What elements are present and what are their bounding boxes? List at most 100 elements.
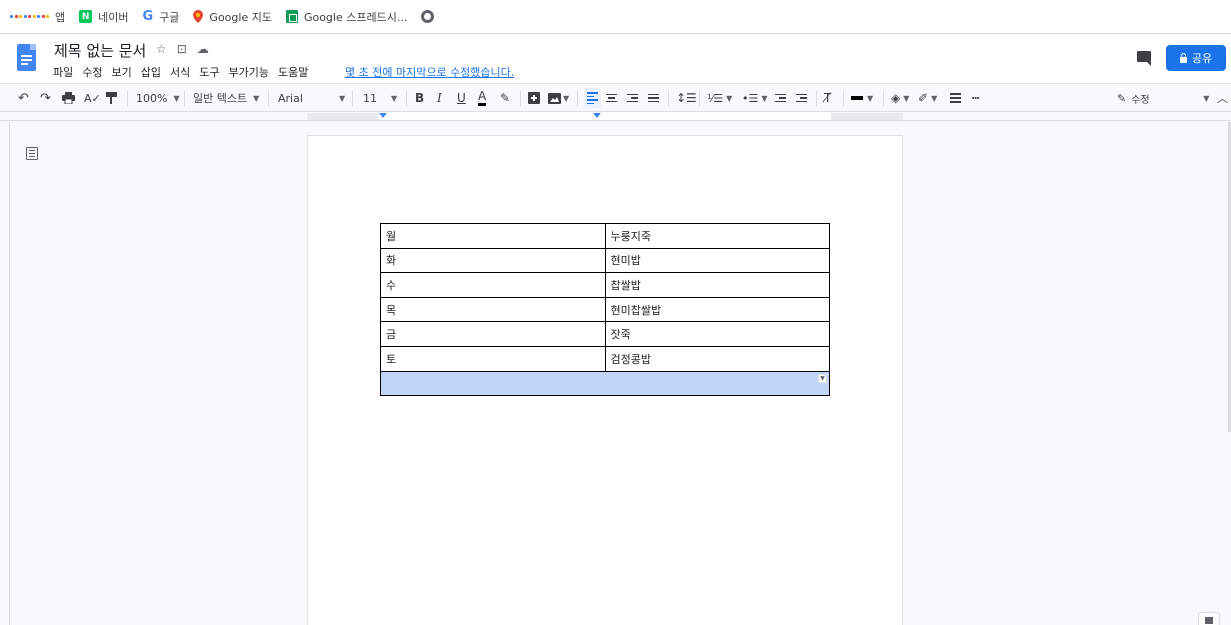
apps-grid-icon [10, 15, 49, 18]
cell-menu-chevron-icon[interactable]: ▼ [818, 373, 827, 383]
bookmark-google-maps[interactable]: Google 지도 [193, 9, 272, 25]
menu-table[interactable]: 월 누룽지죽 화 현미밥 수 찹쌀밥 목 현미찹쌀밥 금 잣죽 토 검정콩밥 ▼ [380, 223, 830, 397]
table-cell-day[interactable]: 수 [380, 272, 606, 298]
bold-button[interactable]: B [415, 84, 424, 112]
table-cell-day[interactable]: 월 [380, 223, 606, 249]
bookmark-label: 네이버 [98, 10, 129, 24]
style-select[interactable]: 일반 텍스트 ▼ [193, 84, 259, 112]
clear-formatting-icon[interactable]: T̸ [824, 84, 831, 112]
insert-link-icon[interactable] [528, 84, 540, 112]
spellcheck-icon[interactable]: A✓ [84, 84, 101, 112]
text-color-button[interactable]: A [478, 84, 487, 112]
highlight-icon[interactable]: ✎ [500, 84, 510, 112]
table-cell-meal[interactable]: 누룽지죽 [604, 223, 830, 249]
chevron-down-icon: ▼ [563, 93, 570, 103]
docs-logo-icon[interactable] [17, 44, 36, 71]
bookmark-google-sheets[interactable]: Google 스프레드시... [285, 9, 408, 25]
table-cell-day[interactable]: 금 [380, 321, 606, 347]
document-title[interactable]: 제목 없는 문서 [54, 40, 146, 61]
bookmark-google[interactable]: G 구글 [143, 9, 180, 25]
font-size-select[interactable]: 11 ▼ [363, 84, 397, 112]
zoom-select[interactable]: 100% ▼ [136, 84, 180, 112]
move-folder-icon[interactable]: ⊡ [177, 42, 187, 56]
border-color-icon[interactable]: ▼ [851, 84, 873, 112]
undo-icon[interactable]: ↶ [18, 84, 29, 112]
menu-format[interactable]: 서식 [170, 64, 190, 80]
border-color-pen-icon[interactable]: ✐ ▼ [918, 84, 937, 112]
formatting-toolbar: ↶ ↷ A✓ 100% ▼ 일반 텍스트 ▼ Arial ▼ 11 ▼ B I U A … [0, 83, 1231, 112]
menu-edit[interactable]: 수정 [82, 64, 102, 80]
menu-insert[interactable]: 삽입 [141, 64, 161, 80]
chevron-down-icon: ▼ [1203, 93, 1210, 103]
document-outline-icon[interactable] [26, 147, 38, 160]
bookmark-globe[interactable] [421, 10, 440, 23]
underline-button[interactable]: U [457, 84, 466, 112]
maps-pin-icon [193, 10, 204, 23]
menu-help[interactable]: 도움말 [278, 64, 308, 80]
table-row: 화 현미밥 [380, 247, 830, 274]
font-size-value: 11 [363, 91, 377, 105]
table-cell-meal[interactable]: 검정콩밥 [604, 345, 830, 372]
last-edit-link[interactable]: 몇 초 전에 마지막으로 수정했습니다. [345, 64, 514, 80]
font-select[interactable]: Arial ▼ [278, 84, 345, 112]
column-marker[interactable] [593, 113, 601, 118]
numbered-list-icon[interactable]: ⅟☰ ▼ [707, 84, 732, 112]
table-cell-meal[interactable]: 잣죽 [604, 321, 830, 347]
line-spacing-icon[interactable]: ↕☰ [676, 84, 697, 112]
table-cell-meal[interactable]: 현미찹쌀밥 [604, 296, 830, 323]
menu-addons[interactable]: 부가기능 [229, 64, 269, 80]
fill-color-icon[interactable]: ◈ ▼ [891, 84, 909, 112]
title-icons: ☆ ⊡ ☁ [156, 42, 209, 56]
horizontal-ruler[interactable] [0, 112, 1231, 121]
menu-tools[interactable]: 도구 [199, 64, 219, 80]
table-cell-day[interactable]: 토 [380, 345, 606, 372]
bookmark-naver[interactable]: N 네이버 [79, 9, 129, 25]
menu-view[interactable]: 보기 [112, 64, 132, 80]
table-cell-day[interactable]: 목 [380, 296, 606, 323]
cloud-status-icon[interactable]: ☁ [197, 42, 209, 56]
table-cell-meal[interactable]: 찹쌀밥 [604, 272, 830, 298]
border-dash-icon[interactable]: ┅ [972, 84, 979, 112]
align-center-icon[interactable] [606, 84, 617, 112]
collapse-toolbar-icon[interactable]: ︿ [1217, 84, 1228, 112]
left-indent-marker[interactable] [379, 113, 387, 118]
star-icon[interactable]: ☆ [156, 42, 167, 56]
align-left-icon[interactable] [584, 88, 601, 108]
font-value: Arial [278, 91, 303, 105]
merged-selected-cell[interactable]: ▼ [380, 370, 830, 397]
document-page[interactable]: 월 누룽지죽 화 현미밥 수 찹쌀밥 목 현미찹쌀밥 금 잣죽 토 검정콩밥 ▼ [307, 135, 903, 625]
comment-history-icon[interactable] [1137, 51, 1151, 66]
chevron-down-icon: ▼ [391, 93, 398, 103]
border-swatch [851, 96, 863, 100]
paint-format-icon[interactable] [106, 84, 117, 112]
explore-icon[interactable] [1198, 612, 1220, 625]
italic-button[interactable]: I [437, 84, 442, 112]
decrease-indent-icon[interactable] [775, 84, 786, 112]
editing-mode-select[interactable]: ✎ 수정 ▼ [1117, 84, 1209, 112]
pencil-icon: ✎ [1117, 91, 1127, 105]
vertical-ruler[interactable] [0, 122, 10, 625]
bookmark-label: Google 스프레드시... [303, 10, 408, 24]
table-cell-meal[interactable]: 현미밥 [604, 247, 830, 274]
redo-icon[interactable]: ↷ [40, 84, 51, 112]
lock-icon [1179, 52, 1187, 63]
ruler-right-margin [831, 113, 903, 120]
align-right-icon[interactable] [627, 84, 638, 112]
bookmark-apps[interactable]: 앱 [10, 9, 65, 25]
menu-bar: 파일 수정 보기 삽입 서식 도구 부가기능 도움말 [53, 64, 317, 80]
chevron-down-icon: ▼ [173, 93, 180, 103]
bookmark-label: Google 지도 [209, 10, 272, 24]
chevron-down-icon: ▼ [867, 93, 874, 103]
bulleted-list-icon[interactable]: •☰ ▼ [742, 84, 768, 112]
share-button[interactable]: 공유 [1166, 45, 1226, 71]
print-icon[interactable] [62, 84, 75, 112]
table-cell-day[interactable]: 화 [380, 247, 606, 274]
ruler-text-area [307, 113, 903, 120]
increase-indent-icon[interactable] [796, 84, 807, 112]
justify-icon[interactable] [648, 84, 659, 112]
doc-header: 제목 없는 문서 ☆ ⊡ ☁ 파일 수정 보기 삽입 서식 도구 부가기능 도움… [0, 35, 1231, 83]
menu-file[interactable]: 파일 [53, 64, 73, 80]
insert-image-icon[interactable]: ▼ [548, 84, 569, 112]
border-width-icon[interactable] [950, 84, 961, 112]
ruler-left-margin [307, 113, 379, 120]
